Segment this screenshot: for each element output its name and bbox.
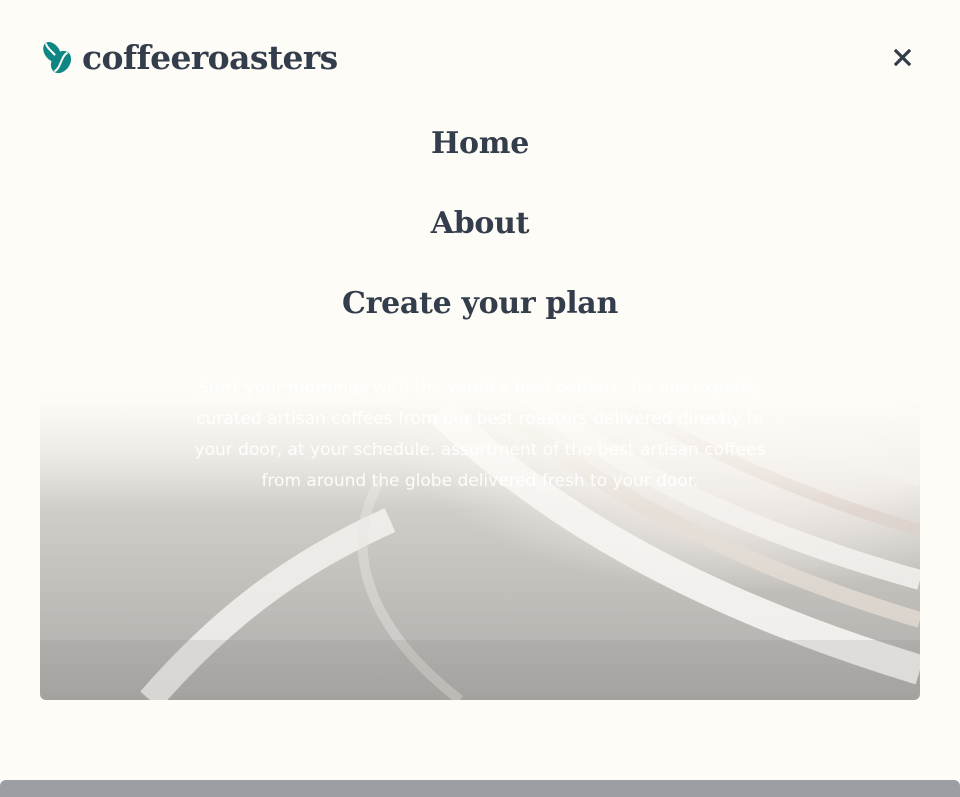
close-menu-button[interactable] (890, 45, 914, 69)
nav-item-about[interactable]: About (431, 194, 530, 254)
mobile-nav-menu: Home About Create your plan (0, 114, 960, 354)
header: coffeeroasters (40, 36, 920, 80)
coffee-bean-logo-icon (43, 42, 72, 74)
next-section-edge (0, 780, 960, 797)
nav-item-create-plan[interactable]: Create your plan (342, 274, 618, 334)
page: coffeeroasters Home About Create your pl… (0, 0, 960, 797)
hero-image: Start your mornings with the world’s bes… (40, 370, 920, 700)
logo[interactable]: coffeeroasters (40, 36, 338, 80)
hero-description: Start your mornings with the world’s bes… (194, 378, 766, 491)
close-icon (893, 48, 911, 66)
brand-name: coffeeroasters (82, 38, 338, 77)
nav-item-home[interactable]: Home (431, 114, 529, 174)
